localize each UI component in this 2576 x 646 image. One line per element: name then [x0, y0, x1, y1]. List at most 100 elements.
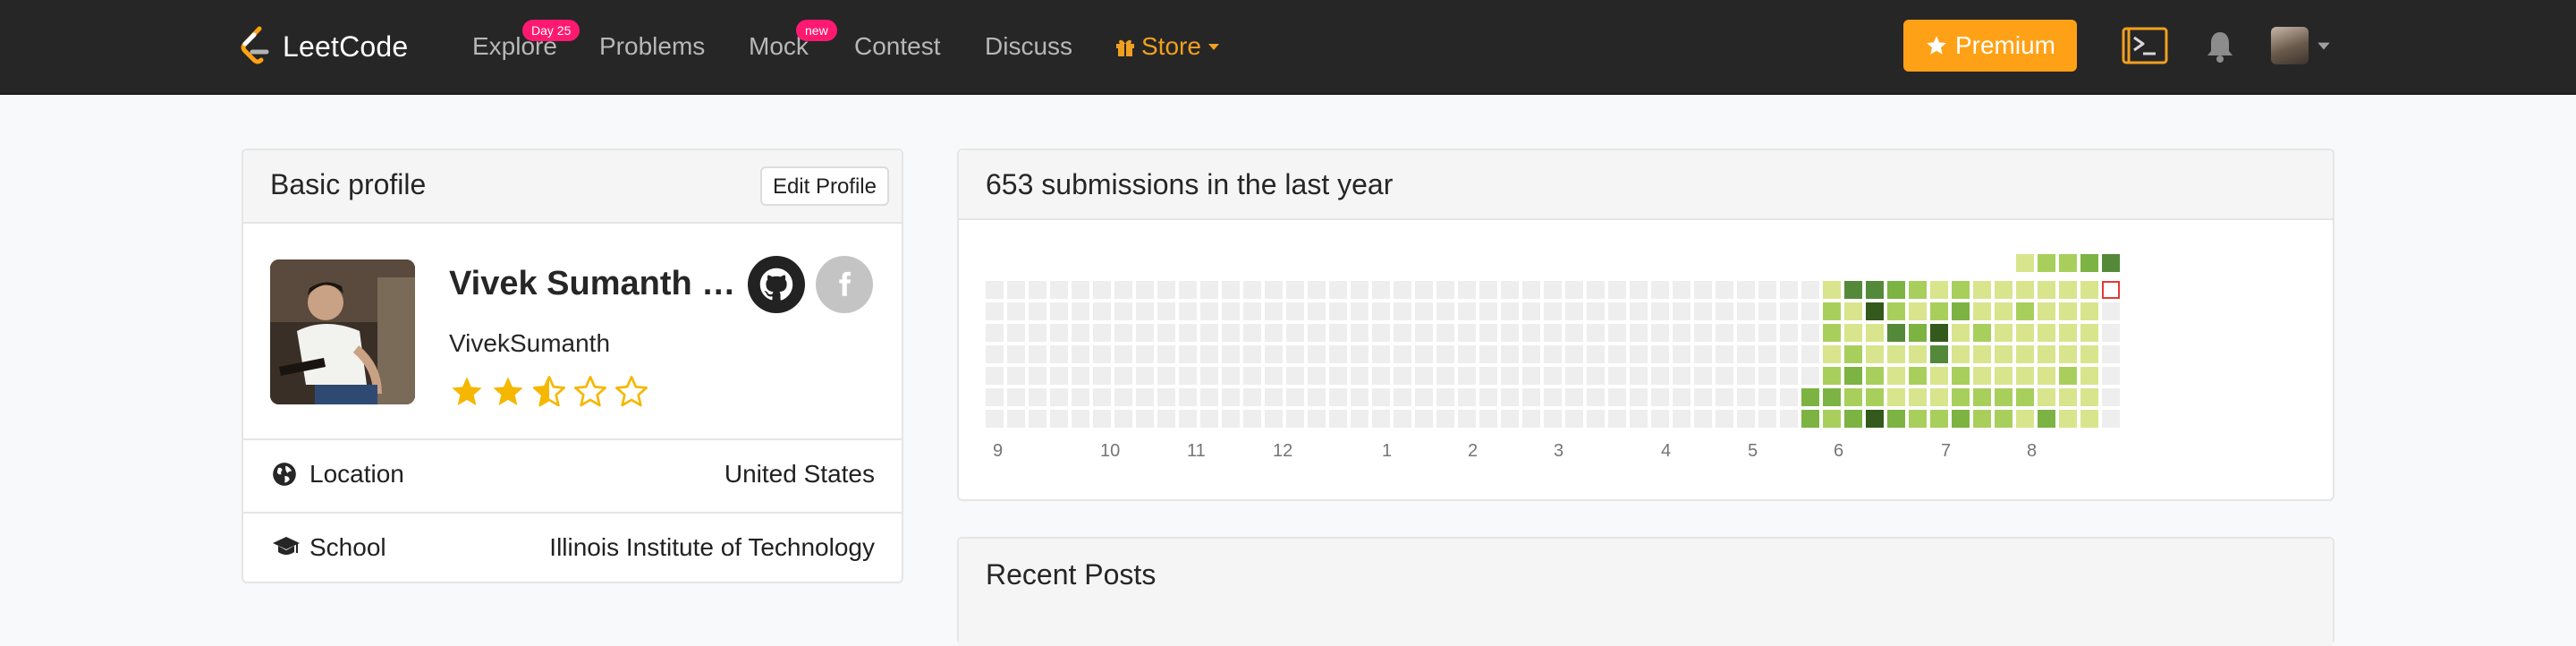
heatmap-cell[interactable] [986, 324, 1004, 342]
heatmap-cell[interactable] [1436, 281, 1454, 299]
heatmap-cell[interactable] [1651, 281, 1669, 299]
heatmap-cell[interactable] [1930, 367, 1948, 385]
heatmap-cell[interactable] [1801, 388, 1819, 406]
heatmap-cell[interactable] [1458, 281, 1476, 299]
heatmap-cell[interactable] [1308, 345, 1326, 363]
heatmap-cell[interactable] [1587, 302, 1605, 320]
heatmap-cell[interactable] [2102, 302, 2120, 320]
heatmap-cell[interactable] [1801, 410, 1819, 428]
heatmap-cell[interactable] [1716, 367, 1733, 385]
heatmap-cell[interactable] [1866, 324, 1884, 342]
heatmap-cell[interactable] [1995, 324, 2012, 342]
heatmap-cell[interactable] [1866, 302, 1884, 320]
heatmap-cell[interactable] [1544, 410, 1562, 428]
heatmap-cell[interactable] [1565, 410, 1583, 428]
heatmap-cell[interactable] [1587, 281, 1605, 299]
heatmap-cell[interactable] [1050, 367, 1068, 385]
heatmap-cell[interactable] [1952, 345, 1970, 363]
heatmap-cell[interactable] [1501, 388, 1519, 406]
heatmap-cell[interactable] [1587, 367, 1605, 385]
heatmap-cell[interactable] [1780, 388, 1798, 406]
heatmap-cell[interactable] [1909, 345, 1927, 363]
heatmap-cell[interactable] [1673, 302, 1690, 320]
heatmap-cell[interactable] [1136, 324, 1154, 342]
heatmap-cell[interactable] [2102, 410, 2120, 428]
heatmap-cell[interactable] [1072, 410, 1089, 428]
heatmap-cell[interactable] [1372, 388, 1390, 406]
heatmap-cell[interactable] [1329, 302, 1347, 320]
heatmap-cell[interactable] [1716, 410, 1733, 428]
heatmap-cell[interactable] [1093, 281, 1111, 299]
heatmap-cell[interactable] [1780, 281, 1798, 299]
heatmap-cell[interactable] [1565, 302, 1583, 320]
heatmap-cell[interactable] [1243, 281, 1261, 299]
heatmap-cell[interactable] [1436, 324, 1454, 342]
heatmap-cell[interactable] [1072, 281, 1089, 299]
heatmap-cell[interactable] [1351, 410, 1368, 428]
heatmap-cell[interactable] [1200, 324, 1218, 342]
heatmap-cell[interactable] [1179, 281, 1197, 299]
heatmap-cell[interactable] [1200, 367, 1218, 385]
heatmap-cell[interactable] [1844, 345, 1862, 363]
heatmap-cell[interactable] [1544, 324, 1562, 342]
heatmap-cell[interactable] [1844, 302, 1862, 320]
heatmap-cell[interactable] [1522, 302, 1540, 320]
heatmap-cell[interactable] [1050, 388, 1068, 406]
heatmap-cell[interactable] [2059, 281, 2077, 299]
heatmap-cell[interactable] [1265, 281, 1283, 299]
heatmap-cell[interactable] [1995, 388, 2012, 406]
heatmap-cell[interactable] [1801, 345, 1819, 363]
heatmap-cell[interactable] [1007, 324, 1025, 342]
heatmap-cell[interactable] [1436, 302, 1454, 320]
heatmap-cell[interactable] [1522, 345, 1540, 363]
heatmap-cell[interactable] [2102, 254, 2120, 272]
heatmap-cell[interactable] [1007, 281, 1025, 299]
heatmap-cell[interactable] [1630, 345, 1648, 363]
heatmap-cell[interactable] [1372, 302, 1390, 320]
heatmap-cell[interactable] [1007, 367, 1025, 385]
heatmap-cell[interactable] [1887, 324, 1905, 342]
heatmap-cell[interactable] [1887, 281, 1905, 299]
heatmap-cell[interactable] [2059, 410, 2077, 428]
heatmap-cell[interactable] [1114, 388, 1132, 406]
heatmap-cell[interactable] [1630, 324, 1648, 342]
heatmap-cell[interactable] [1823, 324, 1841, 342]
heatmap-cell[interactable] [1372, 410, 1390, 428]
heatmap-cell[interactable] [1608, 281, 1626, 299]
heatmap-cell[interactable] [1995, 410, 2012, 428]
heatmap-cell[interactable] [1801, 281, 1819, 299]
heatmap-cell[interactable] [2102, 324, 2120, 342]
heatmap-cell[interactable] [1823, 388, 1841, 406]
heatmap-cell[interactable] [1651, 302, 1669, 320]
heatmap-cell[interactable] [1136, 410, 1154, 428]
heatmap-cell[interactable] [1200, 281, 1218, 299]
heatmap-cell[interactable] [1952, 281, 1970, 299]
heatmap-cell[interactable] [1157, 345, 1175, 363]
heatmap-cell[interactable] [1608, 367, 1626, 385]
heatmap-cell[interactable] [1436, 410, 1454, 428]
heatmap-cell[interactable] [1716, 324, 1733, 342]
heatmap-cell[interactable] [1308, 324, 1326, 342]
heatmap-cell[interactable] [2059, 324, 2077, 342]
heatmap-cell[interactable] [1243, 388, 1261, 406]
heatmap-cell[interactable] [1952, 324, 1970, 342]
heatmap-cell[interactable] [1114, 410, 1132, 428]
heatmap-cell[interactable] [1930, 410, 1948, 428]
heatmap-cell[interactable] [1694, 410, 1712, 428]
heatmap-cell[interactable] [1157, 324, 1175, 342]
heatmap-cell[interactable] [1136, 388, 1154, 406]
heatmap-cell[interactable] [1351, 388, 1368, 406]
heatmap-cell[interactable] [2038, 388, 2055, 406]
heatmap-cell[interactable] [1780, 410, 1798, 428]
heatmap-cell[interactable] [1072, 302, 1089, 320]
heatmap-cell[interactable] [1136, 302, 1154, 320]
heatmap-cell[interactable] [1243, 410, 1261, 428]
heatmap-cell[interactable] [1329, 281, 1347, 299]
heatmap-cell[interactable] [1801, 324, 1819, 342]
heatmap-cell[interactable] [1265, 345, 1283, 363]
heatmap-cell[interactable] [1222, 302, 1240, 320]
heatmap-cell[interactable] [1179, 388, 1197, 406]
heatmap-cell[interactable] [1866, 410, 1884, 428]
heatmap-cell[interactable] [1458, 367, 1476, 385]
heatmap-cell[interactable] [1909, 324, 1927, 342]
